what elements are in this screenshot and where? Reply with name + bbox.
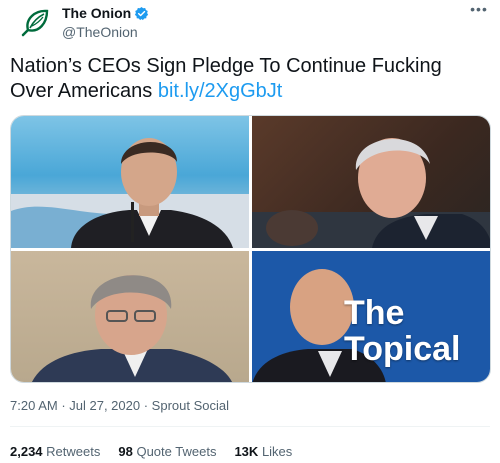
- tweet-date[interactable]: Jul 27, 2020: [69, 398, 140, 413]
- tweet-text: Nation’s CEOs Sign Pledge To Continue Fu…: [10, 54, 490, 104]
- media-photo-3[interactable]: [11, 251, 249, 382]
- retweets-label: Retweets: [46, 444, 101, 459]
- media-photo-4[interactable]: The Topical: [252, 251, 490, 382]
- likes-count: 13K: [234, 444, 259, 459]
- photo-person-3: [32, 275, 232, 382]
- meta-separator-2: ·: [140, 398, 152, 413]
- retweets-count: 2,234: [10, 444, 43, 459]
- photo-person-1: [11, 138, 249, 248]
- handle[interactable]: @TheOnion: [62, 24, 149, 40]
- tweet-header: The Onion @TheOnion •••: [10, 2, 490, 44]
- quote-tweets-stat[interactable]: 98 Quote Tweets: [118, 444, 216, 459]
- media-photo-2[interactable]: [252, 116, 490, 248]
- quotes-count: 98: [118, 444, 133, 459]
- retweets-stat[interactable]: 2,234 Retweets: [10, 444, 100, 459]
- tweet-source[interactable]: Sprout Social: [152, 398, 229, 413]
- tweet-time[interactable]: 7:20 AM: [10, 398, 58, 413]
- display-name[interactable]: The Onion: [62, 5, 131, 21]
- media-photo-1[interactable]: [11, 116, 249, 248]
- tweet-stats: 2,234 Retweets 98 Quote Tweets 13K Likes: [10, 444, 310, 459]
- the-topical-logo: The Topical: [344, 295, 461, 367]
- tweet-meta: 7:20 AM · Jul 27, 2020 · Sprout Social: [10, 398, 229, 413]
- avatar[interactable]: [14, 4, 54, 44]
- verified-badge-icon: [134, 6, 149, 21]
- topical-line-1: The: [344, 294, 405, 332]
- divider: [10, 426, 490, 427]
- likes-label: Likes: [261, 444, 293, 459]
- onion-logo-icon: [21, 9, 49, 37]
- photo-person-2: [252, 138, 490, 248]
- media-grid[interactable]: The Topical: [10, 115, 491, 383]
- meta-separator-1: ·: [57, 398, 70, 413]
- likes-stat[interactable]: 13K Likes: [234, 444, 292, 459]
- more-options-icon[interactable]: •••: [468, 2, 490, 20]
- topical-line-2: Topical: [344, 330, 461, 368]
- tweet-link[interactable]: bit.ly/2XgGbJt: [158, 80, 283, 102]
- quotes-label: Quote Tweets: [136, 444, 217, 459]
